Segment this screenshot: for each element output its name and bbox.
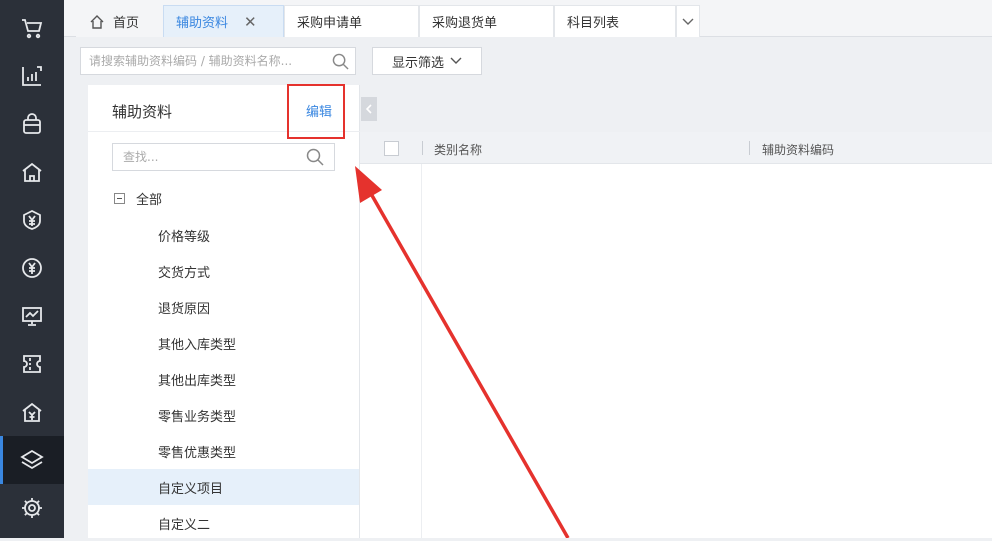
tab-label: 采购申请单 [297,16,363,31]
tab-aux-data[interactable]: 辅助资料 ✕ [163,5,284,37]
tree-list: 价格等级 交货方式 退货原因 其他入库类型 其他出库类型 零售业务类型 零售优惠… [88,217,359,541]
tree-root-label: 全部 [136,192,163,208]
tab-home[interactable]: 首页 [76,5,163,37]
tree-item[interactable]: 交货方式 [88,253,359,289]
edit-link[interactable]: 编辑 [306,101,332,120]
nav-basic-data[interactable] [0,436,64,484]
tab-purchase-return[interactable]: 采购退货单 [419,5,554,37]
column-separator[interactable] [749,141,750,155]
tree-item-label: 其他入库类型 [158,337,237,353]
divider [88,131,360,132]
presentation-icon [22,307,42,326]
tree-item-label: 零售业务类型 [158,409,237,425]
nav-cart[interactable] [0,4,64,52]
nav-warehouse[interactable] [0,148,64,196]
tree-item[interactable]: 其他入库类型 [88,325,359,361]
bag-icon [23,113,41,134]
yen-house-icon [22,402,42,422]
warehouse-icon [22,162,42,182]
grid-header: 类别名称 辅助资料编码 [360,132,992,164]
tab-account-list[interactable]: 科目列表 [554,5,676,37]
search-icon[interactable] [332,53,349,70]
tree-item[interactable]: 零售优惠类型 [88,433,359,469]
tab-purchase-request[interactable]: 采购申请单 [284,5,419,37]
nav-assets[interactable] [0,388,64,436]
select-all-checkbox[interactable] [384,141,399,156]
tree-search-input[interactable] [123,150,303,164]
home-icon [90,14,104,29]
nav-settings[interactable] [0,484,64,532]
nav-analysis[interactable] [0,292,64,340]
filter-toggle-button[interactable]: 显示筛选 [372,47,482,75]
nav-finance[interactable] [0,196,64,244]
data-grid: 类别名称 辅助资料编码 [360,132,992,538]
gear-icon [22,498,42,518]
column-header-aux-code[interactable]: 辅助资料编码 [762,141,834,158]
panel-collapse-handle[interactable] [361,97,377,121]
nav-report[interactable] [0,52,64,100]
tree-item-label: 交货方式 [158,265,211,281]
tree-item[interactable]: 零售业务类型 [88,397,359,433]
nav-purchase[interactable] [0,100,64,148]
tree-item-label: 其他出库类型 [158,373,237,389]
tree-search-box [112,143,335,171]
tree-item-label: 价格等级 [158,229,211,245]
tree-item-label: 自定义二 [158,517,211,533]
tab-label: 科目列表 [567,16,620,31]
aux-data-panel: 辅助资料 编辑 全部 价格等级 交货方式 退货原因 其他入库类型 其他出库类型 … [88,85,360,538]
chevron-down-icon [682,18,694,25]
grid-checkbox-column [360,164,422,538]
chart-icon [22,66,42,86]
tree-item-label: 自定义项目 [158,481,224,497]
tab-label: 采购退货单 [432,16,498,31]
cart-icon [22,19,43,39]
tree-root[interactable]: 全部 [114,187,162,209]
tree-item[interactable]: 退货原因 [88,289,359,325]
close-icon[interactable]: ✕ [244,13,257,31]
chevron-left-icon [366,104,372,114]
tab-label: 首页 [113,16,140,31]
yen-shield-icon [23,209,41,230]
panel-title: 辅助资料 [112,103,173,121]
nav-ticket[interactable] [0,340,64,388]
toolbar: 显示筛选 [64,37,992,85]
filter-label: 显示筛选 [391,55,444,71]
tree-item[interactable]: 自定义二 [88,505,359,541]
tree-item-label: 零售优惠类型 [158,445,237,461]
search-input[interactable] [89,54,329,68]
ticket-icon [23,355,41,373]
tree-item[interactable]: 其他出库类型 [88,361,359,397]
tree-item-selected[interactable]: 自定义项目 [88,469,359,505]
yen-circle-icon [22,258,42,278]
column-header-category-name[interactable]: 类别名称 [434,141,482,158]
chevron-down-icon [450,57,462,64]
nav-money[interactable] [0,244,64,292]
tree-item-label: 退货原因 [158,301,211,317]
search-icon[interactable] [306,148,324,166]
layers-icon [20,449,44,470]
tab-bar: 首页 辅助资料 ✕ 采购申请单 采购退货单 科目列表 [64,0,992,37]
sidebar-nav [0,0,64,538]
column-separator[interactable] [422,141,423,155]
search-box [80,47,356,75]
collapse-icon[interactable] [114,192,125,204]
tree-item[interactable]: 价格等级 [88,217,359,253]
tab-more-button[interactable] [676,5,700,37]
tab-label: 辅助资料 [176,16,229,31]
